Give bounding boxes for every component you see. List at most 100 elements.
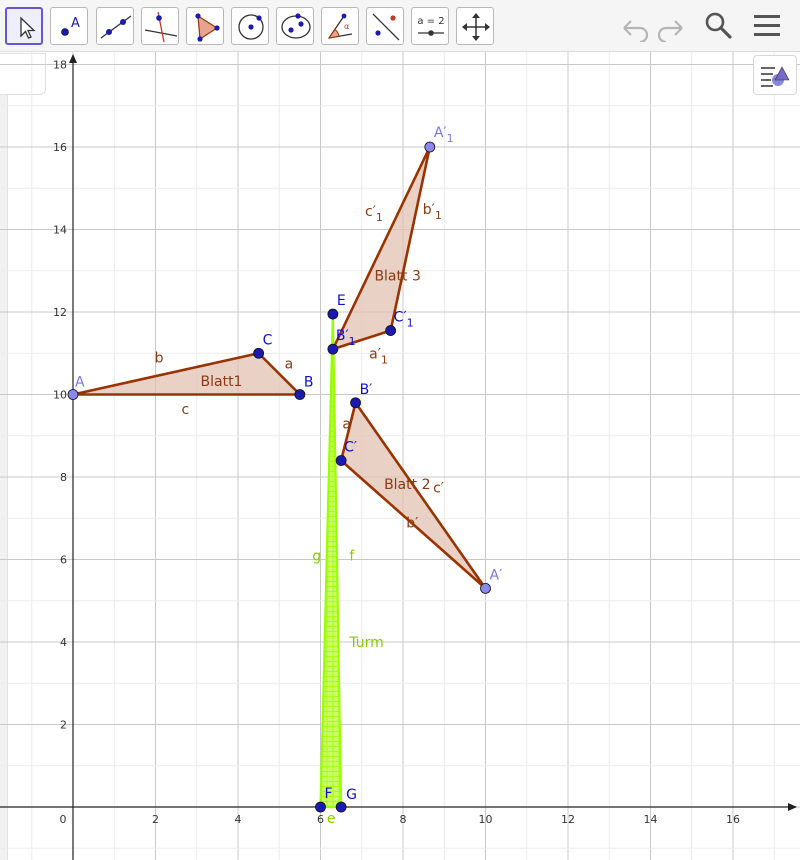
perpendicular-line-tool-button[interactable] [141,7,179,45]
polygon-label: Blatt 2 [384,477,430,493]
x-tick-label: 2 [152,813,159,826]
line-icon [100,15,132,39]
y-tick-label: 8 [60,471,67,484]
undo-button[interactable] [618,10,652,42]
slider-tool-button[interactable]: a = 2 [411,7,449,45]
point-B-prime1[interactable] [327,343,339,355]
tower: Turm g f e [312,312,384,827]
undo-icon [623,20,649,42]
angle-tool-button[interactable]: α [321,7,359,45]
axes [0,54,797,860]
point-tool-button[interactable]: A [50,7,88,45]
grid [0,52,800,860]
segment-label: c′ [433,480,444,496]
y-tick-label: 2 [60,719,67,732]
y-tick-label: 16 [53,141,67,154]
style-bar-icon [761,66,790,87]
polygon-label: Blatt1 [201,374,243,390]
x-tick-label: 10 [479,813,493,826]
polygon-blatt-3[interactable] [331,145,432,351]
x-tick-label: 14 [644,813,658,826]
point-label: B [304,375,314,391]
point-A-prime[interactable] [480,582,491,594]
x-tick-label: 4 [235,813,242,826]
point-label: C′ [344,440,357,456]
slider-tool-label: a = 2 [417,16,444,27]
x-tick-label: 6 [317,813,324,826]
point-label: G [346,787,357,803]
circle-tool-button[interactable] [231,7,269,45]
ellipse-icon [281,13,311,39]
circle-icon [238,14,264,40]
point-C-prime[interactable] [335,455,347,466]
x-tick-label: 16 [726,813,740,826]
point-B[interactable] [294,389,306,400]
move-graphics-tool-button[interactable] [456,7,494,45]
x-tick-label: 0 [60,813,67,826]
point-A-prime1[interactable] [424,141,436,153]
point-F[interactable] [315,801,326,813]
reflect-tool-button[interactable] [366,7,404,45]
point-label: C′1 [394,310,414,330]
polygon-blatt-2[interactable] [339,401,487,590]
polygon-icon [195,13,220,42]
slider-icon: a = 2 [417,16,445,36]
polygon-tool-button[interactable] [186,7,224,45]
points: A BCA′B′C′A′1B′1C′1EF G [67,125,503,813]
tick-labels: 0 2 4 6 8 10 12 14 16 2 4 6 8 10 12 14 16 18 [53,59,740,827]
point-E[interactable] [327,308,339,320]
tower-turm[interactable] [319,312,343,809]
move-tool-button[interactable] [5,7,43,45]
point-icon: A [61,16,80,36]
segment-label: b′1 [423,202,442,222]
x-tick-label: 12 [561,813,575,826]
tower-side-f-label: f [349,548,355,564]
style-bar-toggle[interactable] [753,55,797,95]
menu-button[interactable] [750,10,784,42]
segment-label: c′1 [365,204,383,224]
y-tick-label: 12 [53,306,67,319]
point-label: E [337,293,346,309]
point-C-prime1[interactable] [385,325,397,336]
y-tick-label: 14 [53,224,67,237]
segment-label: c [181,402,189,418]
point-label: A′1 [434,125,454,145]
point-G[interactable] [335,801,347,813]
line-tool-button[interactable] [96,7,134,45]
segment-label: a′1 [369,346,388,366]
tower-base-e-label: e [327,811,336,827]
y-tick-label: 4 [60,636,67,649]
graphics-view[interactable]: 0 2 4 6 8 10 12 14 16 2 4 6 8 10 12 14 16 18 Blatt1 Blatt … [0,52,800,860]
redo-icon [657,20,683,42]
svg-text:α: α [344,22,349,31]
ellipse-tool-button[interactable] [276,7,314,45]
perpendicular-line-icon [144,11,178,43]
point-label: A′ [490,567,503,583]
point-label: C [263,332,273,348]
redo-button[interactable] [654,10,688,42]
segment-label: b′ [406,515,418,531]
point-label: B′ [360,382,373,398]
segment-label: b [155,350,164,366]
tower-side-g-label: g [312,548,321,564]
segment-label: a′ [342,416,354,432]
search-button[interactable] [702,10,736,42]
point-C[interactable] [253,347,265,359]
y-tick-label: 10 [53,389,67,402]
y-tick-label: 6 [60,554,67,567]
segment-label: a [285,357,294,373]
point-label: A [75,375,85,391]
polygon-label: Blatt 3 [374,269,420,285]
cursor-arrow-icon [20,16,36,39]
tower-label: Turm [348,635,383,651]
y-tick-label: 18 [53,59,67,72]
point-B-prime[interactable] [350,397,361,409]
toolbar: A α a = 2 [0,0,800,52]
x-tick-label: 8 [400,813,407,826]
point-A[interactable] [67,389,79,400]
polygon-blatt1[interactable] [71,351,302,396]
menu-icon [754,15,780,36]
move-graphics-icon [462,13,490,41]
point-tool-label: A [71,16,80,31]
point-label: F [325,786,333,802]
